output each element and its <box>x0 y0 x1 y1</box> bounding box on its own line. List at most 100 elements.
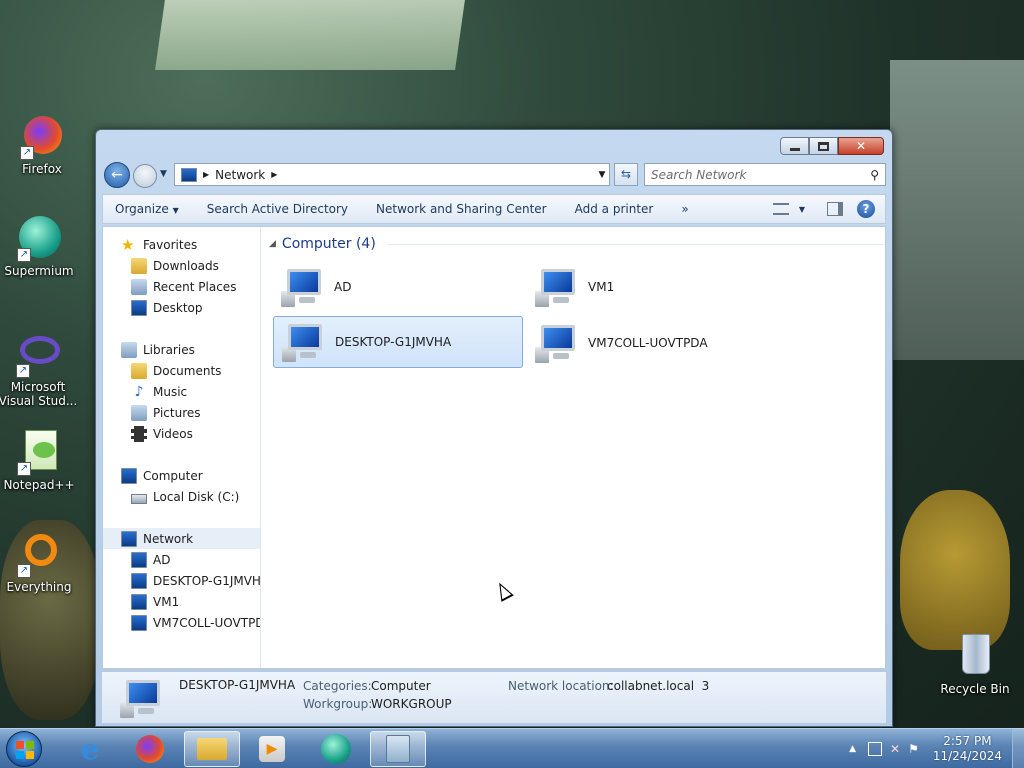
computer-tile-vm1[interactable]: VM1 <box>527 261 777 313</box>
desktop-icon-label: Microsoft Visual Stud... <box>0 380 78 408</box>
arrow-left-icon: ← <box>111 167 123 183</box>
network-tray-icon[interactable] <box>868 742 882 756</box>
computer-tile-label: DESKTOP-G1JMVHA <box>335 335 452 349</box>
nav-network-vm7coll[interactable]: VM7COLL-UOVTPDA <box>103 612 260 633</box>
firefox-icon: ↗ <box>18 112 66 160</box>
shortcut-arrow-icon: ↗ <box>16 364 30 378</box>
nav-music[interactable]: ♪ Music <box>103 381 260 402</box>
search-icon[interactable]: ⚲ <box>870 168 879 182</box>
taskbar-firefox[interactable] <box>122 731 178 767</box>
breadcrumb-network[interactable]: Network <box>215 168 265 182</box>
more-commands-button[interactable]: » <box>681 202 688 216</box>
title-buttons: ✕ <box>780 137 884 155</box>
maximize-button[interactable] <box>809 137 838 155</box>
firefox-icon <box>136 735 164 763</box>
nav-network-desktop[interactable]: DESKTOP-G1JMVHA <box>103 570 260 591</box>
add-printer-button[interactable]: Add a printer <box>575 202 654 216</box>
computer-icon <box>121 467 137 484</box>
shortcut-arrow-icon: ↗ <box>20 146 34 160</box>
recent-places-icon <box>131 278 147 295</box>
desktop-icon-label: Firefox <box>22 162 62 176</box>
nav-desktop[interactable]: Desktop <box>103 297 260 318</box>
desktop-icon-firefox[interactable]: ↗ Firefox <box>0 112 84 176</box>
nav-favorites[interactable]: ★ Favorites <box>103 234 260 255</box>
network-sharing-center-button[interactable]: Network and Sharing Center <box>376 202 547 216</box>
minimize-button[interactable] <box>780 137 809 155</box>
taskbar-internet-explorer[interactable]: e <box>62 731 118 767</box>
computer-tile-ad[interactable]: AD <box>273 261 523 313</box>
nav-network-ad[interactable]: AD <box>103 549 260 570</box>
group-header-computer[interactable]: ◢ Computer (4) <box>269 236 883 252</box>
search-active-directory-button[interactable]: Search Active Directory <box>207 202 348 216</box>
refresh-button[interactable]: ⇆ <box>614 163 638 186</box>
nav-local-disk[interactable]: Local Disk (C:) <box>103 486 260 507</box>
nav-computer[interactable]: Computer <box>103 465 260 486</box>
libraries-icon <box>121 341 137 358</box>
nav-documents[interactable]: Documents <box>103 360 260 381</box>
nav-network[interactable]: Network <box>103 528 260 549</box>
command-bar: Organize ▼ Search Active Directory Netwo… <box>102 194 886 224</box>
nav-recent-places[interactable]: Recent Places <box>103 276 260 297</box>
nav-libraries[interactable]: Libraries <box>103 339 260 360</box>
computer-tile-vm7coll[interactable]: VM7COLL-UOVTPDA <box>527 317 777 369</box>
navigation-pane[interactable]: ★ Favorites Downloads Recent Places Deskt… <box>103 227 261 668</box>
nav-label: Videos <box>153 426 193 441</box>
back-button[interactable]: ← <box>104 162 130 188</box>
taskbar-floppy-app[interactable] <box>370 731 426 767</box>
nav-videos[interactable]: Videos <box>103 423 260 444</box>
collapse-triangle-icon[interactable]: ◢ <box>269 239 276 249</box>
address-bar[interactable]: ▶ Network ▶ ▼ <box>174 163 610 186</box>
shortcut-arrow-icon: ↗ <box>17 564 31 578</box>
desktop-icon-notepadpp[interactable]: ↗ Notepad++ <box>0 428 81 492</box>
desktop-icon-supermium[interactable]: ↗ Supermium <box>0 214 81 278</box>
show-hidden-icons-button[interactable]: ▲ <box>849 744 856 754</box>
close-button[interactable]: ✕ <box>838 137 884 155</box>
breadcrumb-separator-icon[interactable]: ▶ <box>203 170 209 179</box>
help-button[interactable]: ? <box>857 200 875 218</box>
computer-icon <box>131 593 147 610</box>
action-center-flag-icon[interactable]: ⚑ <box>908 742 919 756</box>
volume-muted-icon[interactable]: ✕ <box>890 742 900 756</box>
recent-pages-dropdown[interactable]: ▼ <box>160 169 167 179</box>
view-options-button[interactable]: ▼ <box>772 203 805 215</box>
organize-button[interactable]: Organize ▼ <box>115 202 179 216</box>
explorer-window[interactable]: ✕ ← ▼ ▶ Network ▶ ▼ ⇆ Search Network ⚲ O… <box>95 129 893 727</box>
details-pane: DESKTOP-G1JMVHA Categories: Computer Wor… <box>102 671 886 723</box>
search-box[interactable]: Search Network ⚲ <box>644 163 886 186</box>
taskbar-supermium[interactable] <box>308 731 364 767</box>
address-dropdown-icon[interactable]: ▼ <box>595 170 609 180</box>
nav-pictures[interactable]: Pictures <box>103 402 260 423</box>
taskbar-explorer[interactable] <box>184 731 240 767</box>
nav-downloads[interactable]: Downloads <box>103 255 260 276</box>
desktop-icon-recycle-bin[interactable]: Recycle Bin <box>933 632 1017 696</box>
wallpaper-light <box>155 0 465 70</box>
nav-network-vm1[interactable]: VM1 <box>103 591 260 612</box>
file-list[interactable]: ◢ Computer (4) AD VM1 DESKTOP-G1JMVHA VM… <box>261 227 885 668</box>
nav-label: Recent Places <box>153 279 237 294</box>
computer-icon <box>131 572 147 589</box>
clock-time: 2:57 PM <box>943 734 992 748</box>
shortcut-arrow-icon: ↗ <box>17 462 31 476</box>
folder-icon <box>197 738 227 760</box>
forward-button[interactable] <box>133 164 157 188</box>
internet-explorer-icon: e <box>81 732 99 766</box>
desktop-icon-visual-studio[interactable]: ↗ Microsoft Visual Stud... <box>0 330 80 408</box>
star-icon: ★ <box>121 235 135 254</box>
desktop-icon-label: Recycle Bin <box>940 682 1010 696</box>
search-input[interactable]: Search Network <box>651 168 746 182</box>
show-desktop-button[interactable] <box>1012 729 1024 768</box>
clock[interactable]: 2:57 PM 11/24/2024 <box>933 734 1002 764</box>
computer-tile-desktop[interactable]: DESKTOP-G1JMVHA <box>273 316 523 368</box>
nav-label: Music <box>153 384 188 399</box>
visual-studio-icon: ↗ <box>14 330 62 378</box>
nav-label: Favorites <box>143 237 198 252</box>
desktop-icon-everything[interactable]: ↗ Everything <box>0 530 81 594</box>
preview-pane-button[interactable] <box>827 202 843 216</box>
computer-icon <box>278 322 326 362</box>
desktop-icon <box>131 299 147 316</box>
nav-label: Documents <box>153 363 222 378</box>
breadcrumb-separator-icon[interactable]: ▶ <box>271 170 277 179</box>
group-divider <box>387 243 883 245</box>
start-button[interactable] <box>6 731 42 767</box>
taskbar-media-player[interactable]: ▶ <box>244 731 300 767</box>
